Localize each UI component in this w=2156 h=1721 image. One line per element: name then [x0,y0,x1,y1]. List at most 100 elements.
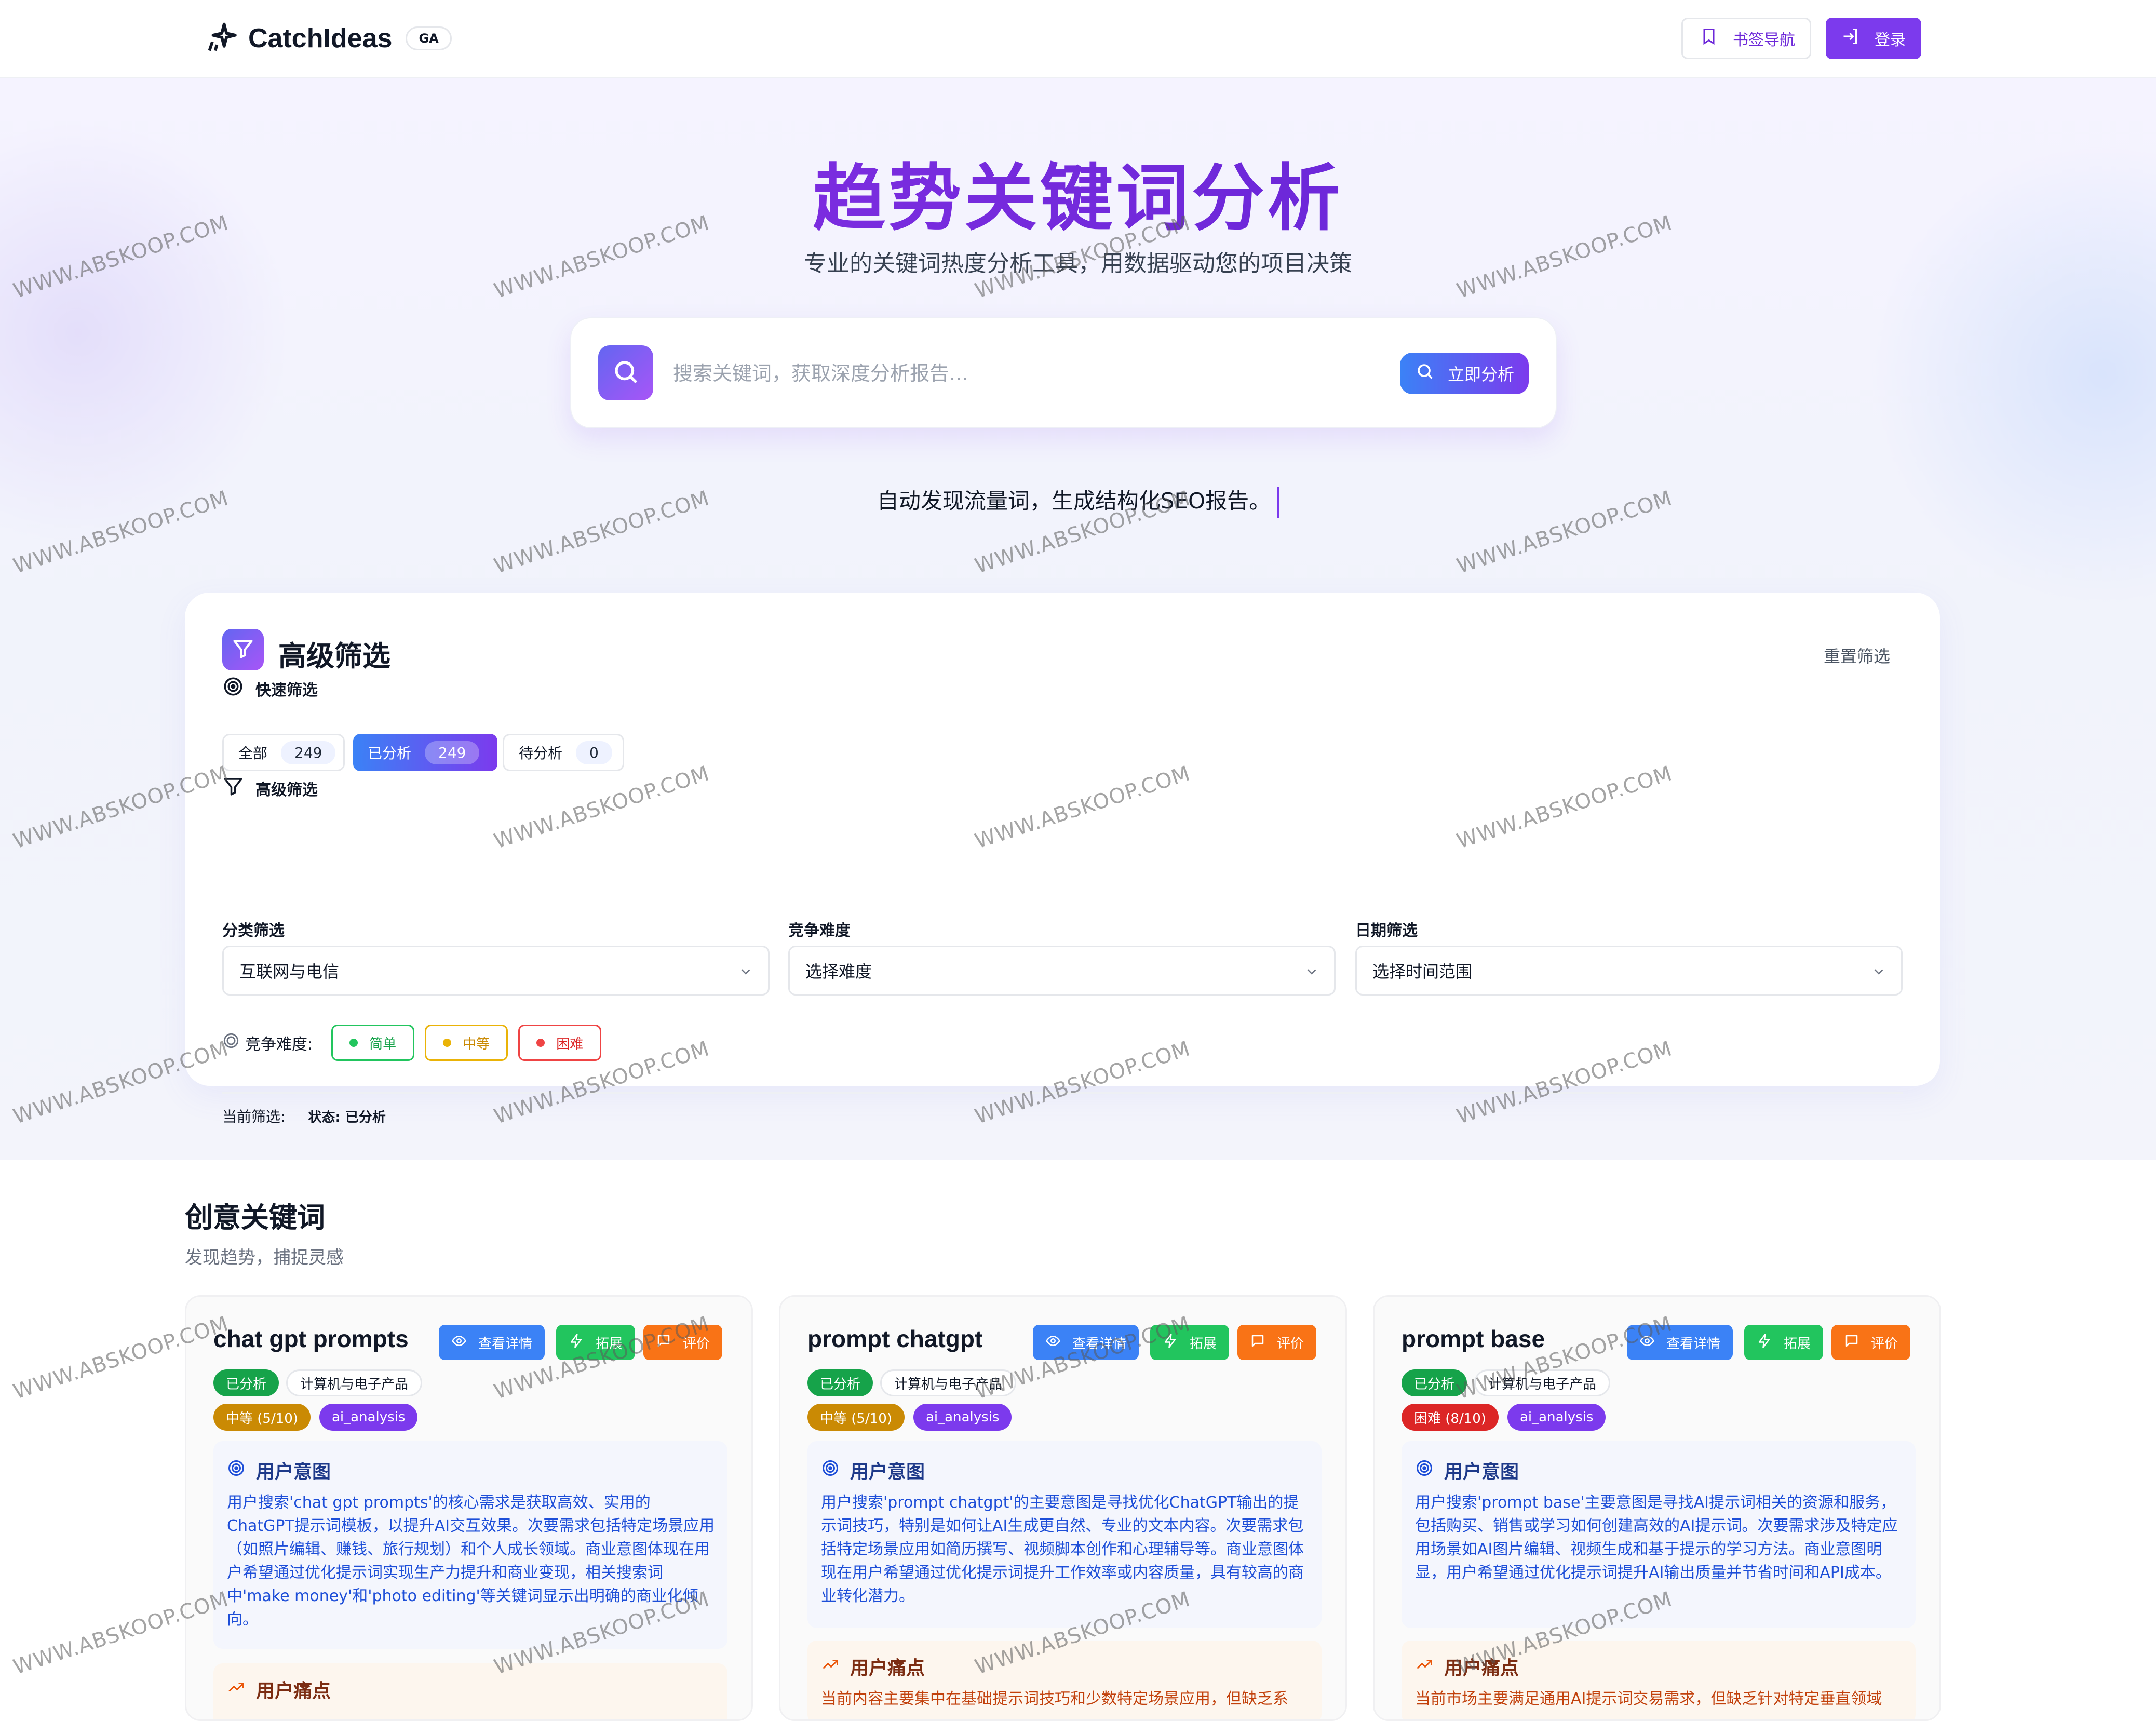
chip-count: 0 [576,741,612,764]
quick-filter-pending[interactable]: 待分析 0 [503,734,624,771]
user-pain-heading: 用户痛点 [821,1653,925,1680]
filter-badge [222,629,264,670]
difficulty-hard-label: 困难 [556,1036,584,1052]
keyword-title[interactable]: prompt chatgpt [807,1325,982,1353]
trending-up-icon [1415,1655,1444,1678]
status-dot [536,1039,545,1047]
analyze-now-button[interactable]: 立即分析 [1400,353,1529,394]
view-details-label: 查看详情 [478,1336,533,1352]
brand-logo-link[interactable]: CatchIdeas GA [204,20,452,57]
login-icon [1841,27,1875,50]
difficulty-easy-label: 简单 [369,1036,397,1052]
funnel-icon [232,637,254,662]
section-subtitle: 发现趋势，捕捉灵感 [185,1247,344,1268]
difficulty-medium-tag[interactable]: 中等 [425,1025,508,1061]
view-details-button[interactable]: 查看详情 [439,1325,545,1360]
current-filter-summary: 当前筛选: 状态: 已分析 [222,1106,386,1126]
difficulty-badge: 困难 (8/10) [1402,1404,1499,1431]
reset-filters-button[interactable]: 重置筛选 [1824,643,1890,667]
user-intent-text: 用户搜索'prompt chatgpt'的主要意图是寻找优化ChatGPT输出的… [821,1494,1304,1605]
user-pain-title: 用户痛点 [850,1658,925,1679]
eye-icon [451,1333,478,1352]
expand-button[interactable]: 拓展 [1744,1325,1824,1360]
rate-button[interactable]: 评价 [1831,1325,1911,1360]
status-badge: 已分析 [213,1369,279,1396]
rate-button[interactable]: 评价 [1237,1325,1317,1360]
status-badge: 已分析 [807,1369,873,1396]
keyword-card: chat gpt prompts 查看详情 拓展 评价 已分析 计算机与电子产品… [185,1295,753,1721]
quick-filter-label: 快速筛选 [255,681,318,700]
keyword-title[interactable]: chat gpt prompts [213,1325,409,1353]
quick-filter-analyzed[interactable]: 已分析 249 [353,734,497,771]
quick-filter-all[interactable]: 全部 249 [222,734,345,771]
user-intent-heading: 用户意图 [1415,1457,1519,1484]
trending-up-icon [227,1678,256,1701]
filter-panel-title: 高级筛选 [278,640,390,673]
difficulty-filter-label: 竞争难度 [788,922,851,940]
user-intent-title: 用户意图 [1444,1461,1519,1483]
source-badge: ai_analysis [1507,1404,1606,1431]
date-filter-label: 日期筛选 [1355,922,1418,940]
difficulty-select[interactable]: 选择难度 [788,946,1336,996]
difficulty-easy-tag[interactable]: 简单 [331,1025,415,1061]
category-select-value: 互联网与电信 [239,962,340,981]
difficulty-hard-tag[interactable]: 困难 [518,1025,602,1061]
user-intent-text: 用户搜索'prompt base'主要意图是寻找AI提示词相关的资源和服务，包括… [1415,1494,1898,1582]
bookmark-icon [1700,27,1733,50]
top-navigation-bar: CatchIdeas GA 书签导航 登录 [0,0,2156,78]
keyword-title[interactable]: prompt base [1402,1325,1545,1353]
target-icon [821,1459,850,1482]
category-badge: 计算机与电子产品 [286,1369,423,1396]
typing-caret [1277,487,1279,518]
user-pain-title: 用户痛点 [256,1680,331,1702]
brand-name: CatchIdeas [248,23,393,53]
date-range-select[interactable]: 选择时间范围 [1355,946,1903,996]
current-filter-label: 当前筛选: [222,1108,286,1125]
expand-label: 拓展 [1784,1336,1811,1352]
difficulty-row-label: 竞争难度: [222,1031,313,1054]
difficulty-badge: 中等 (5/10) [807,1404,905,1431]
search-icon [612,358,640,388]
category-filter-label: 分类筛选 [222,922,285,940]
section-title: 创意关键词 [185,1201,325,1234]
typing-tagline-text: 自动发现流量词，生成结构化SEO报告。 [877,488,1271,514]
search-box: 立即分析 [570,317,1557,428]
status-dot [349,1039,358,1047]
keyword-search-input[interactable] [672,355,1380,392]
user-intent-title: 用户意图 [850,1461,925,1483]
user-intent-title: 用户意图 [256,1461,331,1483]
difficulty-quick-tags: 竞争难度: 简单 中等 困难 [222,1025,602,1061]
sparkle-logo-icon [204,20,239,57]
chip-label: 待分析 [519,745,563,762]
expand-label: 拓展 [1190,1336,1217,1352]
view-details-label: 查看详情 [1666,1336,1721,1352]
comment-icon [1844,1333,1871,1352]
date-select-value: 选择时间范围 [1372,962,1473,981]
login-button[interactable]: 登录 [1826,18,1921,59]
user-pain-box: 用户痛点 当前内容主要集中在基础提示词技巧和少数特定场景应用，但缺乏系 [807,1641,1322,1719]
bookmarks-nav-button[interactable]: 书签导航 [1681,18,1811,59]
chip-count: 249 [281,741,336,764]
status-dot [443,1039,452,1047]
target-icon [1415,1459,1444,1482]
quick-filter-heading: 快速筛选 [222,676,318,702]
user-intent-heading: 用户意图 [821,1457,925,1484]
current-filter-value: 状态: 已分析 [308,1110,386,1125]
chip-label: 已分析 [368,745,412,762]
chip-count: 249 [425,741,480,764]
category-select[interactable]: 互联网与电信 [222,946,770,996]
user-pain-text: 当前内容主要集中在基础提示词技巧和少数特定场景应用，但缺乏系 [821,1690,1288,1708]
target-icon [227,1459,256,1482]
search-badge [598,345,653,400]
user-intent-heading: 用户意图 [227,1457,331,1484]
comment-icon [1250,1333,1277,1352]
chip-label: 全部 [238,745,268,762]
difficulty-row-text: 竞争难度: [245,1036,313,1054]
user-pain-box: 用户痛点 [213,1663,727,1719]
advanced-filter-heading: 高级筛选 [222,775,318,801]
user-pain-heading: 用户痛点 [227,1676,331,1703]
hero-section: 趋势关键词分析 专业的关键词热度分析工具，用数据驱动您的项目决策 立即分析 自动… [0,78,2156,1160]
source-badge: ai_analysis [319,1404,418,1431]
source-badge: ai_analysis [913,1404,1012,1431]
difficulty-badge: 中等 (5/10) [213,1404,311,1431]
